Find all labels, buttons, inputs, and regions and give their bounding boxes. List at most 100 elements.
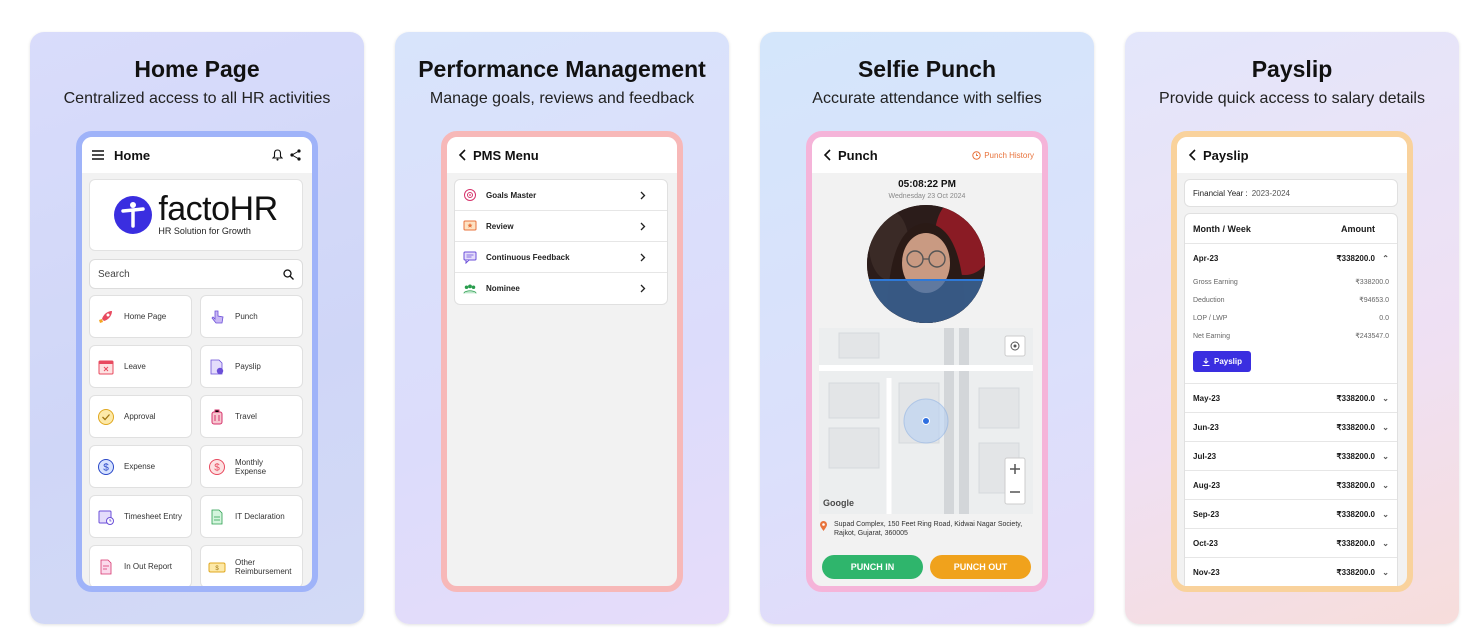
search-input[interactable]: Search (89, 259, 303, 289)
fy-label: Financial Year : (1193, 188, 1248, 198)
punch-history-link[interactable]: Punch History (972, 151, 1034, 160)
table-row[interactable]: May-23 ₹338200.0 ⌄ (1185, 384, 1397, 413)
tile-payslip[interactable]: Payslip (200, 345, 303, 388)
share-icon[interactable] (286, 149, 304, 161)
page-title: Home (114, 147, 151, 163)
menu-item-goals-master[interactable]: Goals Master (455, 180, 667, 211)
tile-label: IT Declaration (235, 512, 285, 521)
tile-monthly-expense[interactable]: $ Monthly Expense (200, 445, 303, 488)
row-month: Jun-23 (1193, 422, 1219, 432)
tile-label: Approval (124, 412, 156, 421)
row-month: Nov-23 (1193, 567, 1220, 577)
detail-value: ₹243547.0 (1355, 333, 1389, 340)
tile-leave[interactable]: Leave (89, 345, 192, 388)
bell-icon[interactable] (268, 149, 286, 161)
download-payslip-button[interactable]: Payslip (1193, 351, 1251, 372)
back-arrow-icon[interactable] (455, 149, 469, 161)
table-row[interactable]: Oct-23 ₹338200.0 ⌄ (1185, 529, 1397, 558)
card-subtitle: Centralized access to all HR activities (63, 90, 331, 107)
detail-label: Gross Earning (1193, 278, 1238, 286)
hamburger-menu-icon[interactable] (90, 150, 106, 160)
tile-travel[interactable]: Travel (200, 395, 303, 438)
chevron-right-icon (636, 250, 650, 264)
logo-text: factoHR (158, 190, 278, 228)
chevron-right-icon (636, 188, 650, 202)
tile-label: Expense (124, 462, 156, 471)
menu-item-label: Goals Master (486, 190, 537, 200)
location-map[interactable]: Google (819, 328, 1033, 514)
row-amount: ₹338200.0 (1336, 393, 1375, 403)
tile-in-out-report[interactable]: In Out Report (89, 545, 192, 586)
payslip-document-icon (208, 358, 226, 376)
tile-home-page[interactable]: Home Page (89, 295, 192, 338)
page-title: PMS Menu (473, 147, 539, 163)
dollar-cycle-icon: $ (208, 458, 226, 476)
table-row[interactable]: Jun-23 ₹338200.0 ⌄ (1185, 413, 1397, 442)
card-subtitle: Provide quick access to salary details (1159, 90, 1425, 107)
chevron-down-icon: ⌄ (1382, 480, 1389, 490)
punch-in-button[interactable]: PUNCH IN (822, 555, 923, 579)
row-amount: ₹338200.0 (1336, 509, 1375, 519)
back-arrow-icon[interactable] (1185, 149, 1199, 161)
luggage-icon (208, 408, 226, 426)
tile-label: Monthly Expense (235, 457, 267, 476)
tile-expense[interactable]: $ Expense (89, 445, 192, 488)
row-month: May-23 (1193, 393, 1221, 403)
menu-item-label: Nominee (486, 284, 520, 293)
tile-label: Other Reimbursement (235, 557, 292, 576)
table-row[interactable]: Sep-23 ₹338200.0 ⌄ (1185, 500, 1397, 529)
table-row[interactable]: Nov-23 ₹338200.0 ⌄ (1185, 558, 1397, 586)
detail-value: ₹94653.0 (1359, 297, 1389, 304)
tile-punch[interactable]: Punch (200, 295, 303, 338)
rocket-icon (97, 308, 115, 326)
payslip-card: Payslip Provide quick access to salary d… (1125, 32, 1459, 624)
tile-it-declaration[interactable]: IT Declaration (200, 495, 303, 538)
tile-timesheet-entry[interactable]: Timesheet Entry (89, 495, 192, 538)
punch-out-button[interactable]: PUNCH OUT (930, 555, 1031, 579)
reimbursement-ticket-icon: $ (208, 558, 226, 576)
tile-label: Leave (124, 362, 146, 371)
row-month: Sep-23 (1193, 509, 1220, 519)
phone-screen: PMS Menu Goals Master Review Continuous … (441, 131, 683, 592)
app-bar: Payslip (1177, 137, 1407, 173)
chevron-right-icon (636, 219, 650, 233)
address-text: Supad Complex, 150 Feet Ring Road, Kidwa… (834, 521, 1023, 537)
row-amount: ₹338200.0 (1336, 422, 1375, 432)
fy-value: 2023-2024 (1251, 188, 1290, 198)
detail-row: Gross Earning ₹338200.0 (1185, 273, 1397, 291)
current-date: Wednesday 23 Oct 2024 (888, 193, 966, 200)
detail-label: Deduction (1193, 296, 1225, 304)
table-row[interactable]: Jul-23 ₹338200.0 ⌄ (1185, 442, 1397, 471)
tile-other-reimbursement[interactable]: $ Other Reimbursement (200, 545, 303, 586)
row-month: Aug-23 (1193, 480, 1221, 490)
history-clock-icon (972, 150, 981, 160)
tap-hand-icon (208, 308, 226, 326)
table-row[interactable]: Aug-23 ₹338200.0 ⌄ (1185, 471, 1397, 500)
tile-approval[interactable]: Approval (89, 395, 192, 438)
chevron-down-icon: ⌄ (1382, 567, 1389, 577)
back-arrow-icon[interactable] (820, 149, 834, 161)
card-subtitle: Manage goals, reviews and feedback (429, 90, 695, 107)
financial-year-selector[interactable]: Financial Year : 2023-2024 (1184, 179, 1398, 207)
tile-label: Timesheet Entry (124, 512, 182, 521)
download-icon (1202, 357, 1210, 366)
people-group-icon (463, 282, 477, 296)
phone-screen: Home factoHR HR Solution for Growth Sear… (76, 131, 318, 592)
menu-item-label: Continuous Feedback (486, 252, 570, 262)
menu-item-nominee[interactable]: Nominee (455, 273, 667, 304)
pms-menu-list: Goals Master Review Continuous Feedback … (454, 179, 668, 305)
detail-label: LOP / LWP (1193, 314, 1228, 322)
table-row-expanded[interactable]: Apr-23 ₹338200.0 ⌃ (1185, 244, 1397, 273)
row-amount: ₹338200.0 (1336, 451, 1375, 461)
map-brand-label: Google (823, 498, 854, 508)
row-month: Apr-23 (1193, 254, 1219, 263)
payslip-table: Month / Week Amount Apr-23 ₹338200.0 ⌃ G… (1184, 213, 1398, 586)
detail-value: 0.0 (1379, 314, 1389, 322)
page-title: Punch (838, 147, 878, 163)
menu-item-review[interactable]: Review (455, 211, 667, 242)
app-bar: Punch Punch History (812, 137, 1042, 173)
menu-item-continuous-feedback[interactable]: Continuous Feedback (455, 242, 667, 273)
search-icon[interactable] (283, 268, 294, 280)
detail-label: Net Earning (1193, 332, 1230, 340)
target-icon (463, 188, 477, 202)
